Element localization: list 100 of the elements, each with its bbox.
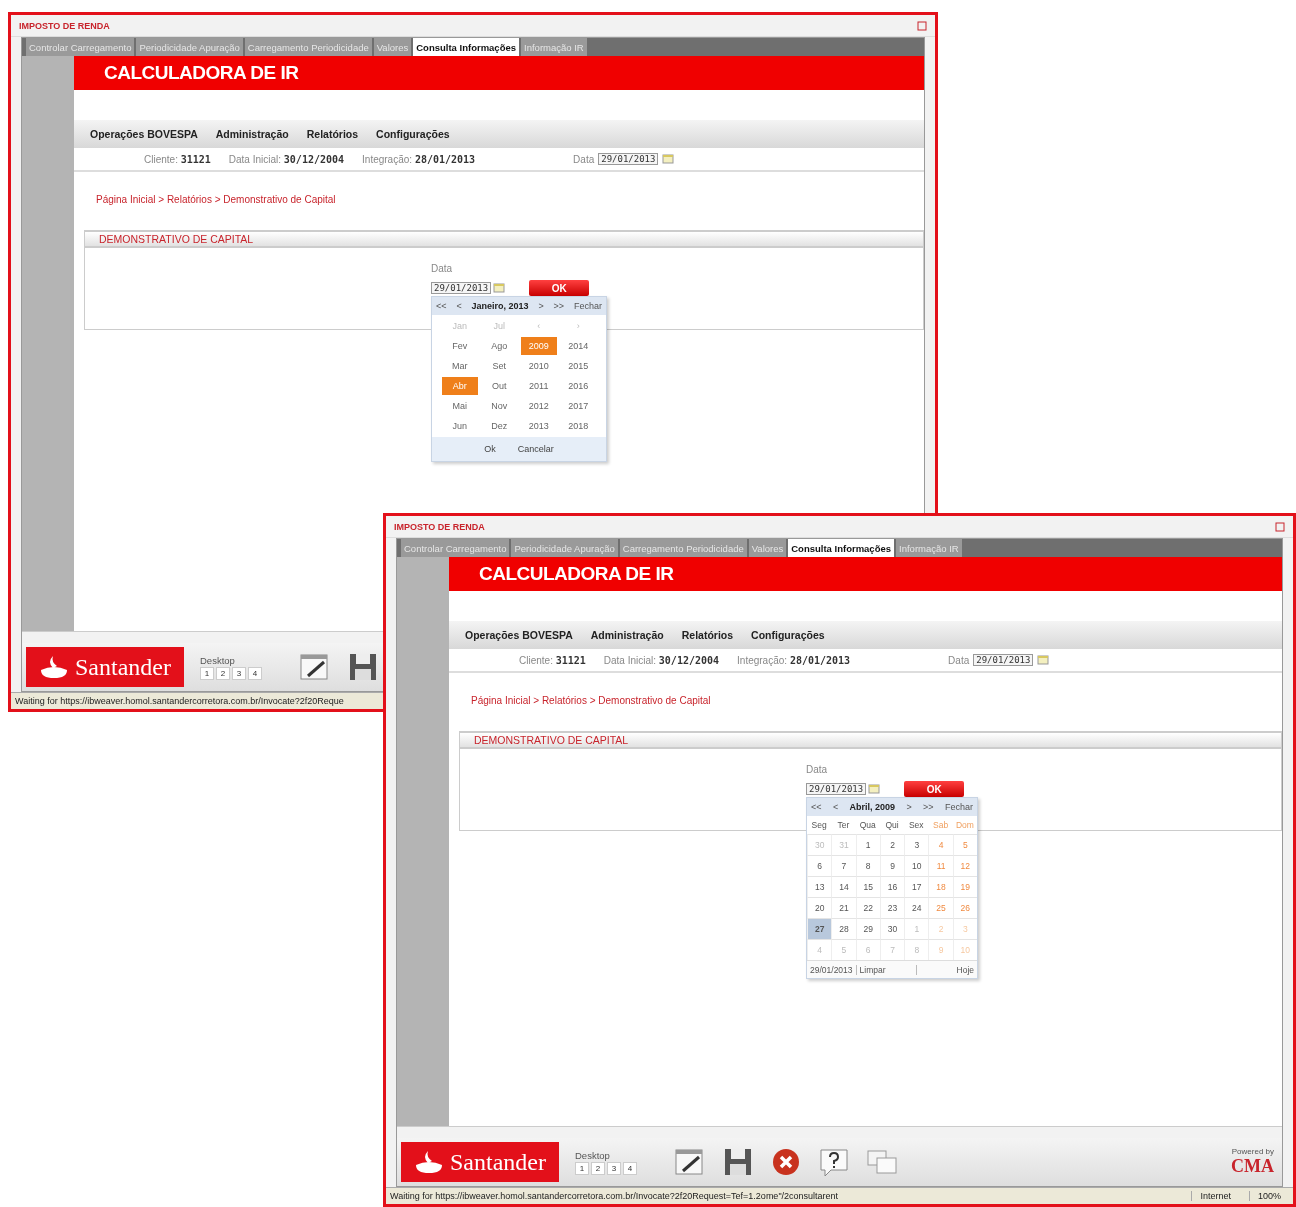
- year-option[interactable]: 2010: [521, 357, 557, 375]
- tab[interactable]: Consulta Informações: [788, 539, 895, 557]
- day-cell[interactable]: 13: [807, 876, 832, 897]
- date-field[interactable]: 29/01/2013: [431, 282, 492, 294]
- month-option[interactable]: Fev: [442, 337, 478, 355]
- desktop-page-button[interactable]: 4: [248, 666, 262, 680]
- day-cell[interactable]: 7: [831, 855, 856, 876]
- weekday-label: Ter: [836, 819, 851, 832]
- day-cell[interactable]: 21: [831, 897, 856, 918]
- day-cell[interactable]: 20: [807, 897, 832, 918]
- menu-item[interactable]: Configurações: [376, 128, 450, 140]
- desktop-page-button[interactable]: 3: [607, 1161, 621, 1175]
- desktop-label: Desktop: [200, 654, 236, 666]
- day-cell[interactable]: 16: [879, 876, 905, 897]
- year-option[interactable]: 2014: [560, 337, 596, 355]
- date-field[interactable]: 29/01/2013: [806, 783, 867, 795]
- status-text: Waiting for https://ibweaver.homol.santandercorretora.com.br/Invocate?2f20Request=Tef=1.2ome"/2consultarent: [390, 1191, 839, 1201]
- calendar-nav-button[interactable]: >: [906, 802, 912, 812]
- calendar-nav-button[interactable]: Fechar: [944, 802, 973, 812]
- help-icon[interactable]: [817, 1146, 851, 1178]
- day-cell[interactable]: 15: [855, 876, 880, 897]
- cancel-button[interactable]: Cancelar: [513, 442, 558, 456]
- vendor-logo: CMA: [1231, 1156, 1274, 1177]
- day-cell[interactable]: 29: [855, 918, 880, 939]
- calendar-nav-button[interactable]: >>: [923, 802, 934, 812]
- month-option[interactable]: Mar: [442, 357, 478, 375]
- zoom-level[interactable]: 100%: [1248, 1191, 1289, 1201]
- day-cell[interactable]: 30: [879, 918, 905, 939]
- page-header: CALCULADORA DE IR: [449, 557, 1282, 591]
- calendar-nav-button[interactable]: Fechar: [574, 301, 602, 311]
- date-label: Data: [948, 654, 970, 666]
- month-option[interactable]: Set: [481, 357, 517, 375]
- weekday-label: Dom: [954, 819, 975, 832]
- day-cell[interactable]: 24: [904, 897, 929, 918]
- calendar-nav-button[interactable]: >: [538, 301, 544, 311]
- menu-item[interactable]: Relatórios: [681, 629, 734, 641]
- section-title: DEMONSTRATIVO DE CAPITAL: [460, 731, 1281, 749]
- calendar-nav-button[interactable]: <<: [811, 802, 822, 812]
- day-cell[interactable]: 2: [879, 834, 905, 855]
- menu-item[interactable]: Operações BOVESPA: [90, 128, 198, 140]
- day-cell[interactable]: 10: [904, 855, 929, 876]
- day-cell[interactable]: 1: [855, 834, 880, 855]
- day-cell[interactable]: 8: [855, 855, 880, 876]
- desktop-page-button[interactable]: 1: [200, 666, 214, 680]
- calendar-nav-button[interactable]: <: [832, 802, 839, 812]
- desktop-page-button[interactable]: 2: [216, 666, 230, 680]
- year-option[interactable]: 2016: [560, 377, 596, 395]
- month-option[interactable]: Jun: [442, 417, 478, 435]
- menu-item[interactable]: Administração: [215, 128, 289, 140]
- day-cell[interactable]: 14: [831, 876, 856, 897]
- year-option[interactable]: 2012: [521, 397, 557, 415]
- month-option[interactable]: Nov: [481, 397, 517, 415]
- current-date: 29/01/2013: [807, 964, 857, 975]
- day-cell[interactable]: 28: [831, 918, 856, 939]
- breadcrumb: Página Inicial > Relatórios > Demonstrativo de Capital: [95, 193, 337, 207]
- ok-button[interactable]: OK: [904, 781, 965, 797]
- weekday-label: Sex: [907, 819, 925, 832]
- restore-icon[interactable]: [917, 20, 927, 31]
- date-field[interactable]: 29/01/2013: [973, 654, 1034, 666]
- desktop-page-button[interactable]: 1: [575, 1161, 589, 1175]
- day-cell[interactable]: 27: [807, 918, 832, 939]
- day-cell[interactable]: 6: [807, 855, 832, 876]
- tab[interactable]: Consulta Informações: [413, 38, 520, 56]
- calendar-nav-button[interactable]: <: [456, 301, 462, 311]
- menu-item[interactable]: Configurações: [751, 629, 825, 641]
- ok-button[interactable]: OK: [529, 280, 590, 296]
- weekday-label: Seg: [810, 819, 828, 832]
- year-option[interactable]: 2013: [521, 417, 557, 435]
- day-cell[interactable]: 3: [904, 834, 929, 855]
- ok-button[interactable]: Ok: [480, 442, 500, 456]
- desktop-page-button[interactable]: 3: [232, 666, 246, 680]
- menu-item[interactable]: Operações BOVESPA: [465, 629, 573, 641]
- year-option[interactable]: 2015: [560, 357, 596, 375]
- day-cell[interactable]: 23: [879, 897, 905, 918]
- breadcrumb: Página Inicial > Relatórios > Demonstrativo de Capital: [470, 694, 712, 708]
- month-option[interactable]: Mai: [442, 397, 478, 415]
- year-option[interactable]: 2018: [560, 417, 596, 435]
- day-cell[interactable]: 9: [879, 855, 905, 876]
- month-option[interactable]: Ago: [481, 337, 517, 355]
- menu-item[interactable]: Relatórios: [306, 128, 359, 140]
- today-button[interactable]: Hoje: [953, 964, 977, 975]
- desktop-page-button[interactable]: 4: [623, 1161, 637, 1175]
- year-option[interactable]: 2011: [521, 377, 557, 395]
- calendar-nav-button[interactable]: >>: [553, 301, 565, 311]
- section-title: DEMONSTRATIVO DE CAPITAL: [85, 230, 923, 248]
- day-cell[interactable]: 17: [904, 876, 929, 897]
- day-cell[interactable]: 22: [855, 897, 880, 918]
- date-label: Data: [573, 153, 595, 165]
- month-option[interactable]: Dez: [481, 417, 517, 435]
- menu-item[interactable]: Administração: [590, 629, 664, 641]
- clear-button[interactable]: Limpar: [856, 964, 917, 975]
- calendar-nav-button[interactable]: <<: [436, 301, 447, 311]
- desktop-page-button[interactable]: 2: [591, 1161, 605, 1175]
- date-field[interactable]: 29/01/2013: [598, 153, 659, 165]
- month-title: Abril, 2009: [849, 802, 896, 812]
- restore-icon[interactable]: [1275, 521, 1285, 532]
- month-option[interactable]: Out: [481, 377, 517, 395]
- status-text: Waiting for https://ibweaver.homol.santandercorretora.com.br/Invocate?2f20Reque: [15, 696, 344, 706]
- weekday-label: Qua: [858, 819, 877, 832]
- year-option[interactable]: 2017: [560, 397, 596, 415]
